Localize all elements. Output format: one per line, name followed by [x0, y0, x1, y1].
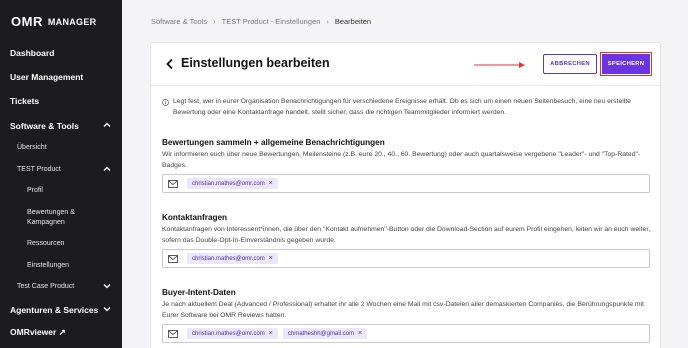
breadcrumb: Software & Tools › TEST Product - Einste… [151, 17, 371, 26]
section-title: Buyer-Intent-Daten [162, 288, 236, 297]
info-text: Legt fest, wer in eurer Organisation Ben… [162, 97, 652, 118]
cancel-button[interactable]: ABBRECHEN [543, 54, 597, 74]
info-text-content: Legt fest, wer in eurer Organisation Ben… [173, 98, 631, 116]
sidebar-item-test-case-product[interactable]: Test Case Product [17, 283, 74, 290]
email-recipients-field[interactable]: christian.mathes@omr.com × chmatheshh@gma… [162, 324, 650, 343]
mail-icon [168, 179, 178, 188]
sidebar-item-profil[interactable]: Profil [27, 187, 43, 194]
sidebar-item-omrviewer[interactable]: OMRviewer ↗ [10, 327, 66, 338]
sidebar-item-dashboard[interactable]: Dashboard [10, 48, 54, 58]
breadcrumb-current: Bearbeiten [334, 17, 372, 26]
sidebar-item-software-tools[interactable]: Software & Tools [10, 121, 79, 131]
sidebar-item-user-management[interactable]: User Management [10, 72, 83, 82]
sidebar-item-uebersicht[interactable]: Übersicht [17, 144, 47, 151]
email-chip-label: christian.mathes@omr.com [192, 255, 265, 262]
section-buyer-intent: Buyer-Intent-Daten Je nach aktuellem Dea… [162, 288, 652, 343]
annotation-arrow-icon [474, 62, 525, 68]
sidebar-item-agenturen[interactable]: Agenturen & Services [10, 305, 98, 315]
email-chip: christian.mathes@omr.com × [187, 328, 278, 339]
breadcrumb-test-product[interactable]: TEST Product - Einstellungen [222, 17, 321, 26]
section-description: Kontaktanfragen von Interessent*innen, d… [162, 226, 651, 244]
email-recipients-field[interactable]: christian.mathes@omr.com × [162, 174, 650, 193]
email-chip: christian.mathes@omr.com × [187, 178, 278, 189]
breadcrumb-separator: › [326, 17, 329, 26]
sidebar-item-bewertungen[interactable]: Bewertungen & [27, 209, 75, 216]
chevron-up-icon[interactable] [102, 164, 112, 174]
save-button[interactable]: SPEICHERN [602, 54, 650, 74]
breadcrumb-software-tools[interactable]: Software & Tools [151, 17, 207, 26]
logo-mark: OMR [11, 14, 43, 29]
sidebar-item-tickets[interactable]: Tickets [10, 96, 39, 106]
mail-icon [168, 329, 178, 338]
main-content: Software & Tools › TEST Product - Einste… [122, 0, 688, 348]
sidebar: OMR MANAGER Dashboard User Management Ti… [0, 0, 122, 348]
section-description: Wir informieren euch über neue Bewertung… [162, 151, 641, 169]
chevron-up-icon[interactable] [102, 120, 112, 130]
remove-chip-icon[interactable]: × [269, 330, 273, 337]
breadcrumb-separator: › [213, 17, 216, 26]
remove-chip-icon[interactable]: × [269, 255, 273, 262]
sidebar-item-kampagnen[interactable]: Kampagnen [27, 219, 65, 226]
email-chip: christian.mathes@omr.com × [187, 253, 278, 264]
card-header: Einstellungen bearbeiten ABBRECHEN SPEIC… [151, 43, 660, 86]
email-recipients-field[interactable]: christian.mathes@omr.com × [162, 249, 650, 268]
chevron-down-icon[interactable] [102, 281, 112, 291]
page-title: Einstellungen bearbeiten [181, 56, 330, 70]
email-chip: chmatheshh@gmail.com × [282, 328, 368, 339]
section-title: Kontaktanfragen [162, 213, 228, 222]
logo[interactable]: OMR MANAGER [11, 14, 96, 29]
email-chip-label: christian.mathes@omr.com [192, 330, 265, 337]
section-kontaktanfragen: Kontaktanfragen Kontaktanfragen von Inte… [162, 213, 652, 268]
remove-chip-icon[interactable]: × [269, 180, 273, 187]
sidebar-item-ressourcen[interactable]: Ressourcen [27, 240, 64, 247]
logo-text: MANAGER [47, 16, 97, 27]
chevron-down-icon[interactable] [102, 304, 112, 314]
sidebar-item-einstellungen[interactable]: Einstellungen [27, 262, 69, 269]
email-chip-label: christian.mathes@omr.com [192, 180, 265, 187]
email-chip-label: chmatheshh@gmail.com [287, 330, 354, 337]
section-title: Bewertungen sammeln + allgemeine Benachr… [162, 138, 385, 147]
section-description: Je nach aktuellem Deal (Advanced / Profe… [162, 301, 644, 319]
settings-card: Einstellungen bearbeiten ABBRECHEN SPEIC… [150, 42, 661, 348]
back-arrow-icon[interactable] [165, 58, 175, 70]
info-icon [162, 99, 169, 106]
save-button-highlight: SPEICHERN [600, 52, 652, 76]
remove-chip-icon[interactable]: × [358, 330, 362, 337]
mail-icon [168, 254, 178, 263]
sidebar-item-test-product[interactable]: TEST Product [17, 166, 61, 173]
section-bewertungen: Bewertungen sammeln + allgemeine Benachr… [162, 138, 652, 193]
